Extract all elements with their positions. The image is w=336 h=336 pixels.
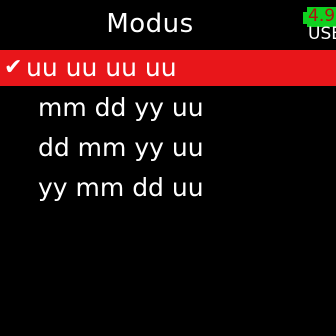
menu-item-label: dd mm yy uu xyxy=(38,133,204,162)
menu-item-yy-mm-dd-uu[interactable]: yy mm dd uu xyxy=(0,170,336,206)
device-screen: Modus 4.9 USB ✔ uu uu uu uu mm dd yy uu … xyxy=(0,0,336,336)
header-bar: Modus 4.9 USB xyxy=(0,0,336,48)
date-format-menu: ✔ uu uu uu uu mm dd yy uu dd mm yy uu yy… xyxy=(0,50,336,210)
power-source-label: USB xyxy=(308,24,336,44)
menu-item-dd-mm-yy-uu[interactable]: dd mm yy uu xyxy=(0,130,336,166)
menu-item-mm-dd-yy-uu[interactable]: mm dd yy uu xyxy=(0,90,336,126)
battery-indicator: 4.9 USB xyxy=(303,5,336,45)
menu-item-label: uu uu uu uu xyxy=(26,53,177,82)
menu-item-uu-uu-uu-uu[interactable]: ✔ uu uu uu uu xyxy=(0,50,336,86)
menu-item-label: yy mm dd uu xyxy=(38,173,204,202)
page-title: Modus xyxy=(106,9,194,39)
check-icon: ✔ xyxy=(4,55,23,80)
menu-item-label: mm dd yy uu xyxy=(38,93,204,122)
